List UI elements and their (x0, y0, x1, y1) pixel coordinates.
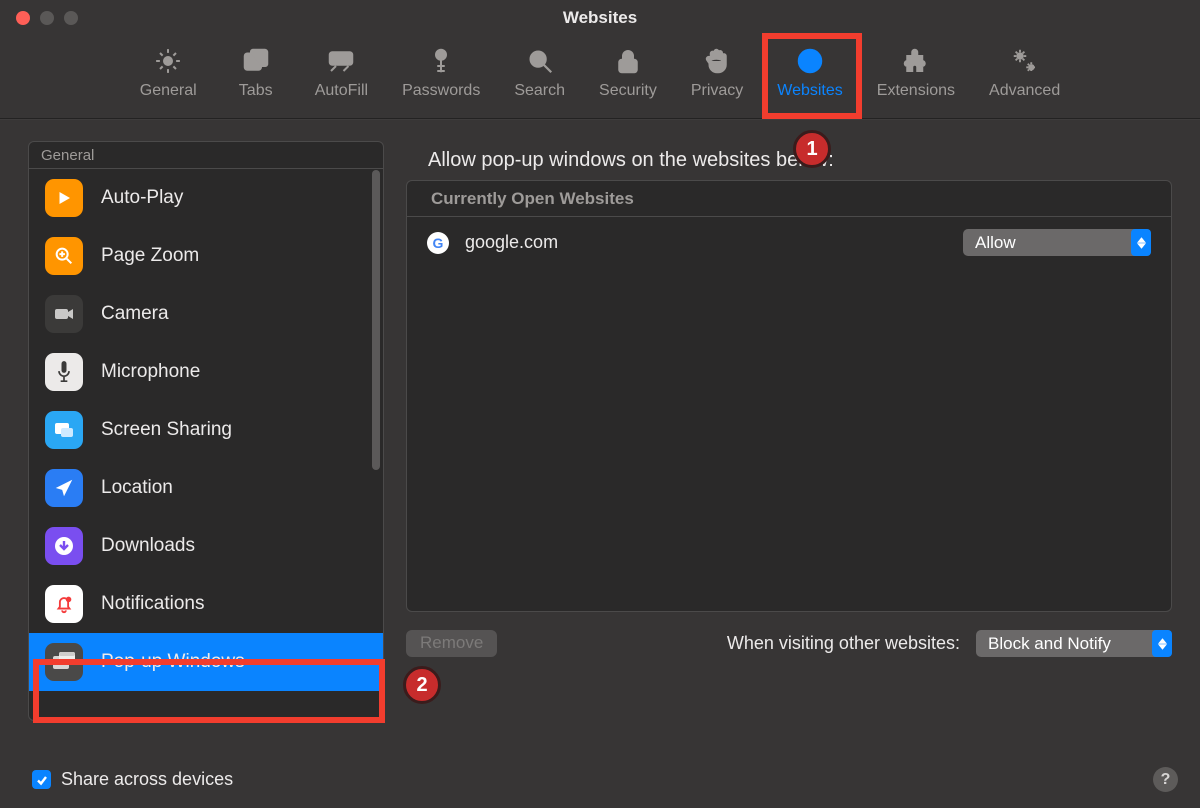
tab-security[interactable]: Security (593, 42, 663, 104)
autofill-icon (326, 46, 356, 76)
sidebar-item-downloads[interactable]: Downloads (29, 517, 383, 575)
window-title: Websites (0, 8, 1200, 28)
sidebar-item-label: Microphone (101, 361, 200, 383)
panel-heading: Allow pop-up windows on the websites bel… (428, 149, 1172, 172)
sidebar-item-autoplay[interactable]: Auto-Play (29, 169, 383, 227)
gears-icon (1010, 46, 1040, 76)
sidebar-item-location[interactable]: Location (29, 459, 383, 517)
sidebar-item-label: Auto-Play (101, 187, 183, 209)
panel-bottom-bar: Remove When visiting other websites: Blo… (406, 630, 1172, 657)
tab-passwords[interactable]: Passwords (396, 42, 486, 104)
sidebar-item-pagezoom[interactable]: Page Zoom (29, 227, 383, 285)
select-value: Block and Notify (988, 634, 1111, 654)
tab-advanced[interactable]: Advanced (983, 42, 1066, 104)
footer: Share across devices (32, 769, 233, 790)
lock-icon (613, 46, 643, 76)
tab-label: Privacy (691, 82, 743, 100)
globe-icon (795, 46, 825, 76)
website-row[interactable]: G google.com Allow (407, 217, 1171, 268)
hand-icon (702, 46, 732, 76)
tab-label: AutoFill (315, 82, 368, 100)
chevron-updown-icon (1152, 630, 1172, 657)
sidebar-item-microphone[interactable]: Microphone (29, 343, 383, 401)
tab-label: Websites (777, 82, 843, 100)
other-websites-select[interactable]: Block and Notify (976, 630, 1172, 657)
microphone-icon (45, 353, 83, 391)
share-across-devices-label: Share across devices (61, 769, 233, 790)
tab-label: Advanced (989, 82, 1060, 100)
content-area: General Auto-Play Page Zoom Camera (0, 119, 1200, 721)
tab-websites[interactable]: Websites (771, 42, 849, 104)
tab-label: Passwords (402, 82, 480, 100)
tab-label: General (140, 82, 197, 100)
sidebar-item-notifications[interactable]: Notifications (29, 575, 383, 633)
sidebar-item-label: Screen Sharing (101, 419, 232, 441)
sidebar-item-label: Downloads (101, 535, 195, 557)
tab-general[interactable]: General (134, 42, 203, 104)
search-icon (525, 46, 555, 76)
camera-icon (45, 295, 83, 333)
tab-extensions[interactable]: Extensions (871, 42, 961, 104)
tab-autofill[interactable]: AutoFill (309, 42, 374, 104)
website-setting-select[interactable]: Allow (963, 229, 1151, 256)
sidebar-item-label: Pop-up Windows (101, 651, 245, 673)
sidebar-item-label: Page Zoom (101, 245, 199, 267)
settings-sidebar: General Auto-Play Page Zoom Camera (28, 141, 384, 721)
chevron-updown-icon (1131, 229, 1151, 256)
sidebar-scrollbar[interactable] (372, 170, 380, 470)
zoom-icon (45, 237, 83, 275)
sidebar-item-camera[interactable]: Camera (29, 285, 383, 343)
share-across-devices-checkbox[interactable] (32, 770, 51, 789)
sidebar-item-screensharing[interactable]: Screen Sharing (29, 401, 383, 459)
website-host: google.com (465, 232, 947, 253)
sidebar-item-label: Camera (101, 303, 169, 325)
tab-tabs[interactable]: Tabs (225, 42, 287, 104)
websites-list: Currently Open Websites G google.com All… (406, 180, 1172, 612)
sidebar-item-popup-windows[interactable]: Pop-up Windows (29, 633, 383, 691)
check-icon (36, 774, 48, 786)
play-icon (45, 179, 83, 217)
preferences-toolbar: General Tabs AutoFill Passwords Search S… (0, 36, 1200, 119)
screensharing-icon (45, 411, 83, 449)
main-panel: Allow pop-up windows on the websites bel… (406, 141, 1172, 721)
downloads-icon (45, 527, 83, 565)
sidebar-items: Auto-Play Page Zoom Camera Microphone (29, 169, 383, 720)
tab-label: Search (514, 82, 565, 100)
google-favicon: G (427, 232, 449, 254)
key-icon (426, 46, 456, 76)
select-value: Allow (975, 233, 1016, 253)
list-header: Currently Open Websites (407, 181, 1171, 217)
tab-privacy[interactable]: Privacy (685, 42, 749, 104)
tab-search[interactable]: Search (508, 42, 571, 104)
other-websites-label: When visiting other websites: (727, 633, 960, 654)
help-button[interactable]: ? (1153, 767, 1178, 792)
title-bar: Websites (0, 0, 1200, 36)
gear-icon (153, 46, 183, 76)
bell-icon (45, 585, 83, 623)
tab-label: Extensions (877, 82, 955, 100)
popup-windows-icon (45, 643, 83, 681)
tab-label: Tabs (239, 82, 273, 100)
puzzle-icon (901, 46, 931, 76)
sidebar-section-header: General (29, 142, 383, 169)
location-icon (45, 469, 83, 507)
sidebar-item-label: Location (101, 477, 173, 499)
remove-button[interactable]: Remove (406, 630, 497, 657)
tab-label: Security (599, 82, 657, 100)
tabs-icon (241, 46, 271, 76)
sidebar-item-label: Notifications (101, 593, 205, 615)
